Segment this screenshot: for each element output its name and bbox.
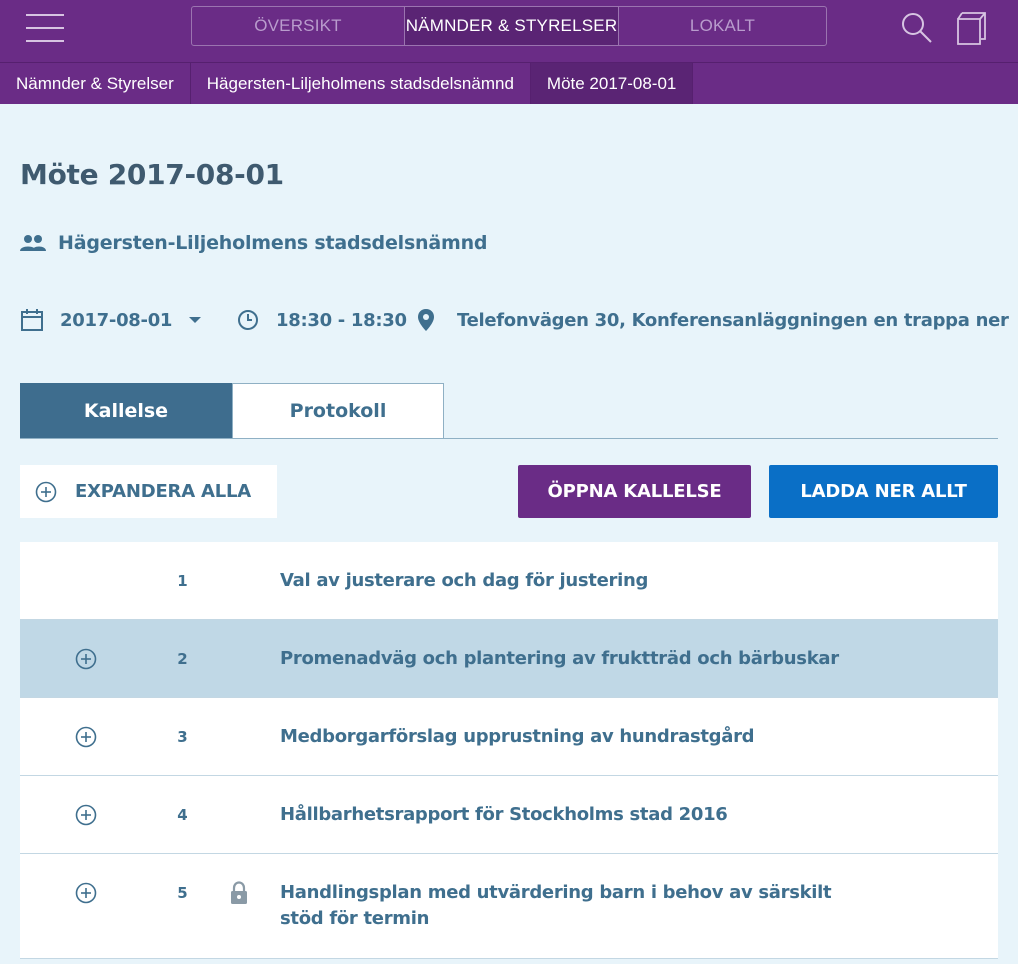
agenda-item-number: 5 xyxy=(177,884,188,902)
map-pin-icon xyxy=(418,309,434,331)
segment-lokalt[interactable]: LOKALT xyxy=(618,7,826,45)
document-tabs: Kallelse Protokoll xyxy=(20,383,998,439)
agenda-item-number: 4 xyxy=(177,806,188,824)
chevron-down-icon xyxy=(189,317,202,323)
clock-icon xyxy=(238,310,258,330)
segment-namnder-styrelser[interactable]: NÄMNDER & STYRELSER xyxy=(404,7,618,45)
agenda-item-2[interactable]: 2 Promenadväg och plantering av fruktträ… xyxy=(20,620,998,698)
meeting-time: 18:30 - 18:30 xyxy=(276,309,407,331)
calendar-icon xyxy=(21,309,43,331)
agenda-list: 1 Val av justerare och dag för justering… xyxy=(20,542,998,959)
agenda-item-5[interactable]: 5 Handlingsplan med utvärdering barn i b… xyxy=(20,854,998,959)
page-title: Möte 2017-08-01 xyxy=(20,158,284,191)
agenda-item-3[interactable]: 3 Medborgarförslag upprustning av hundra… xyxy=(20,698,998,776)
agenda-item-title: Promenadväg och plantering av fruktträd … xyxy=(280,648,839,669)
agenda-item-4[interactable]: 4 Hållbarhetsrapport för Stockholms stad… xyxy=(20,776,998,854)
agenda-item-title: Hållbarhetsrapport för Stockholms stad 2… xyxy=(280,804,728,825)
people-icon xyxy=(20,235,46,251)
meeting-date: 2017-08-01 xyxy=(60,309,173,331)
section-switcher: ÖVERSIKT NÄMNDER & STYRELSER LOKALT xyxy=(191,6,827,46)
lock-icon xyxy=(231,881,247,904)
expand-all-label: EXPANDERA ALLA xyxy=(75,481,252,502)
breadcrumb: Nämnder & Styrelser Hägersten-Liljeholme… xyxy=(0,62,1018,104)
agenda-item-number: 1 xyxy=(177,572,188,590)
expand-all-button[interactable]: EXPANDERA ALLA xyxy=(20,465,277,518)
breadcrumb-item-committee[interactable]: Hägersten-Liljeholmens stadsdelsnämnd xyxy=(191,63,531,104)
breadcrumb-item-namnder[interactable]: Nämnder & Styrelser xyxy=(0,63,191,104)
agenda-item-title: Medborgarförslag upprustning av hundrast… xyxy=(280,726,755,747)
plus-circle-icon[interactable] xyxy=(75,804,97,826)
plus-circle-icon[interactable] xyxy=(75,882,97,904)
top-navigation-bar: ÖVERSIKT NÄMNDER & STYRELSER LOKALT xyxy=(0,0,1018,62)
time-info: 18:30 - 18:30 xyxy=(237,305,407,335)
plus-circle-icon[interactable] xyxy=(75,726,97,748)
hamburger-menu-icon[interactable] xyxy=(26,14,64,42)
segment-oversikt[interactable]: ÖVERSIKT xyxy=(192,7,404,45)
agenda-item-1[interactable]: 1 Val av justerare och dag för justering xyxy=(20,542,998,620)
agenda-item-number: 2 xyxy=(177,650,188,668)
date-selector[interactable]: 2017-08-01 xyxy=(20,305,202,335)
search-icon[interactable] xyxy=(898,10,934,46)
agenda-item-number: 3 xyxy=(177,728,188,746)
tab-protokoll[interactable]: Protokoll xyxy=(232,383,444,438)
open-notice-button[interactable]: ÖPPNA KALLELSE xyxy=(518,465,751,518)
breadcrumb-item-meeting[interactable]: Möte 2017-08-01 xyxy=(530,63,694,104)
location-info: Telefonvägen 30, Konferensanläggningen e… xyxy=(417,305,1009,335)
documents-icon[interactable] xyxy=(953,10,989,46)
committee-info: Hägersten-Liljeholmens stadsdelsnämnd xyxy=(20,232,488,254)
meeting-meta: 2017-08-01 18:30 - 18:30 Telefonvägen 30… xyxy=(20,305,1010,335)
download-all-button[interactable]: LADDA NER ALLT xyxy=(769,465,998,518)
committee-name: Hägersten-Liljeholmens stadsdelsnämnd xyxy=(58,232,488,254)
meeting-location: Telefonvägen 30, Konferensanläggningen e… xyxy=(457,309,1009,331)
agenda-item-title: Val av justerare och dag för justering xyxy=(280,570,649,591)
plus-circle-icon[interactable] xyxy=(75,648,97,670)
plus-circle-icon xyxy=(35,481,57,502)
tab-kallelse[interactable]: Kallelse xyxy=(20,383,232,438)
agenda-item-title: Handlingsplan med utvärdering barn i beh… xyxy=(280,882,832,929)
